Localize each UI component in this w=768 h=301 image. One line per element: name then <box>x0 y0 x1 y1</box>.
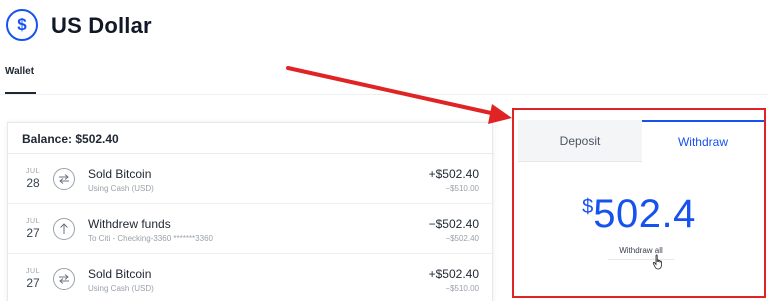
hand-cursor-icon <box>652 254 662 270</box>
transaction-subtitle: To Citi - Checking-3360 *******3360 <box>88 234 213 243</box>
swap-icon <box>53 268 75 290</box>
transaction-sub-amount: −$502.40 <box>445 234 479 243</box>
transaction-row[interactable]: JUL 27 Withdrew funds To Citi - Checking… <box>8 204 494 254</box>
transaction-title: Withdrew funds <box>88 217 171 231</box>
dollar-icon: $ <box>6 9 38 41</box>
wallet-card: Balance: $502.40 JUL 28 Sold Bitcoin Usi… <box>7 122 494 301</box>
transaction-amount: −$502.40 <box>428 217 479 231</box>
tab-withdraw[interactable]: Withdraw <box>642 120 764 162</box>
panel-tabs: Deposit Withdraw <box>518 120 764 162</box>
transaction-title: Sold Bitcoin <box>88 167 152 181</box>
withdraw-panel: Deposit Withdraw $502.4 Withdraw all <box>512 108 766 298</box>
transaction-sub-amount: −$510.00 <box>445 284 479 293</box>
transaction-date: JUL 27 <box>23 218 43 240</box>
header-divider <box>0 94 768 95</box>
withdraw-amount-value: 502.4 <box>593 192 696 236</box>
tab-deposit[interactable]: Deposit <box>518 120 642 162</box>
transaction-day: 27 <box>26 226 40 240</box>
page-title: US Dollar <box>51 13 152 38</box>
transaction-row[interactable]: JUL 27 Sold Bitcoin Using Cash (USD) +$5… <box>8 254 494 301</box>
tab-wallet[interactable]: Wallet <box>5 66 34 77</box>
transaction-amount: +$502.40 <box>428 167 479 181</box>
transaction-sub-amount: −$510.00 <box>445 184 479 193</box>
transaction-title: Sold Bitcoin <box>88 267 152 281</box>
transaction-subtitle: Using Cash (USD) <box>88 284 154 293</box>
swap-icon <box>53 168 75 190</box>
balance-label: Balance: $502.40 <box>22 132 119 146</box>
upload-arrow-icon <box>53 218 75 240</box>
transaction-month: JUL <box>26 268 40 275</box>
transaction-date: JUL 28 <box>23 168 43 190</box>
transaction-row[interactable]: JUL 28 Sold Bitcoin Using Cash (USD) +$5… <box>8 154 494 204</box>
transaction-date: JUL 27 <box>23 268 43 290</box>
transaction-day: 27 <box>26 276 40 290</box>
transaction-amount: +$502.40 <box>428 267 479 281</box>
transaction-month: JUL <box>26 168 40 175</box>
transaction-month: JUL <box>26 218 40 225</box>
withdraw-currency-symbol: $ <box>582 196 594 218</box>
transaction-day: 28 <box>26 176 40 190</box>
transaction-subtitle: Using Cash (USD) <box>88 184 154 193</box>
withdraw-amount[interactable]: $502.4 <box>514 192 764 237</box>
